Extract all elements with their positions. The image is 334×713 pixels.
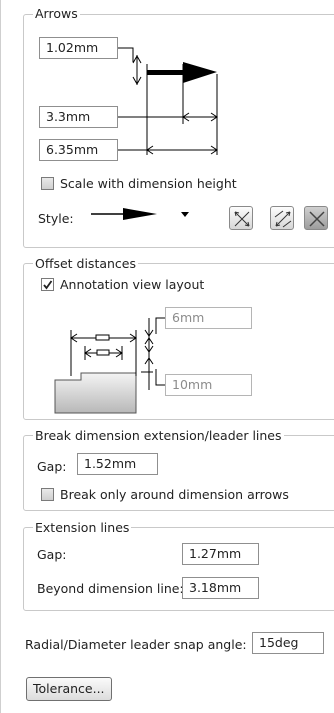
radial-snap-angle-label: Radial/Diameter leader snap angle:: [25, 637, 247, 652]
break-gap-label: Gap:: [37, 459, 67, 474]
extension-gap-field[interactable]: 1.27mm: [182, 543, 259, 565]
break-around-arrows-checkbox[interactable]: [41, 488, 54, 501]
break-lines-title: Break dimension extension/leader lines: [33, 428, 284, 443]
extension-lines-title: Extension lines: [33, 520, 132, 535]
break-gap-field[interactable]: 1.52mm: [77, 453, 158, 475]
extension-gap-label: Gap:: [37, 547, 67, 562]
radial-snap-angle-field[interactable]: 15deg: [252, 632, 324, 654]
break-around-arrows-label: Break only around dimension arrows: [60, 487, 289, 502]
document-properties-panel: Arrows 1.02mm 3.3mm 6.35mm Scale with di…: [0, 0, 334, 713]
tolerance-button[interactable]: Tolerance...: [26, 677, 112, 701]
extension-lines-group: [23, 527, 334, 611]
beyond-dimension-line-label: Beyond dimension line:: [37, 581, 184, 596]
beyond-dimension-line-field[interactable]: 3.18mm: [182, 577, 259, 599]
